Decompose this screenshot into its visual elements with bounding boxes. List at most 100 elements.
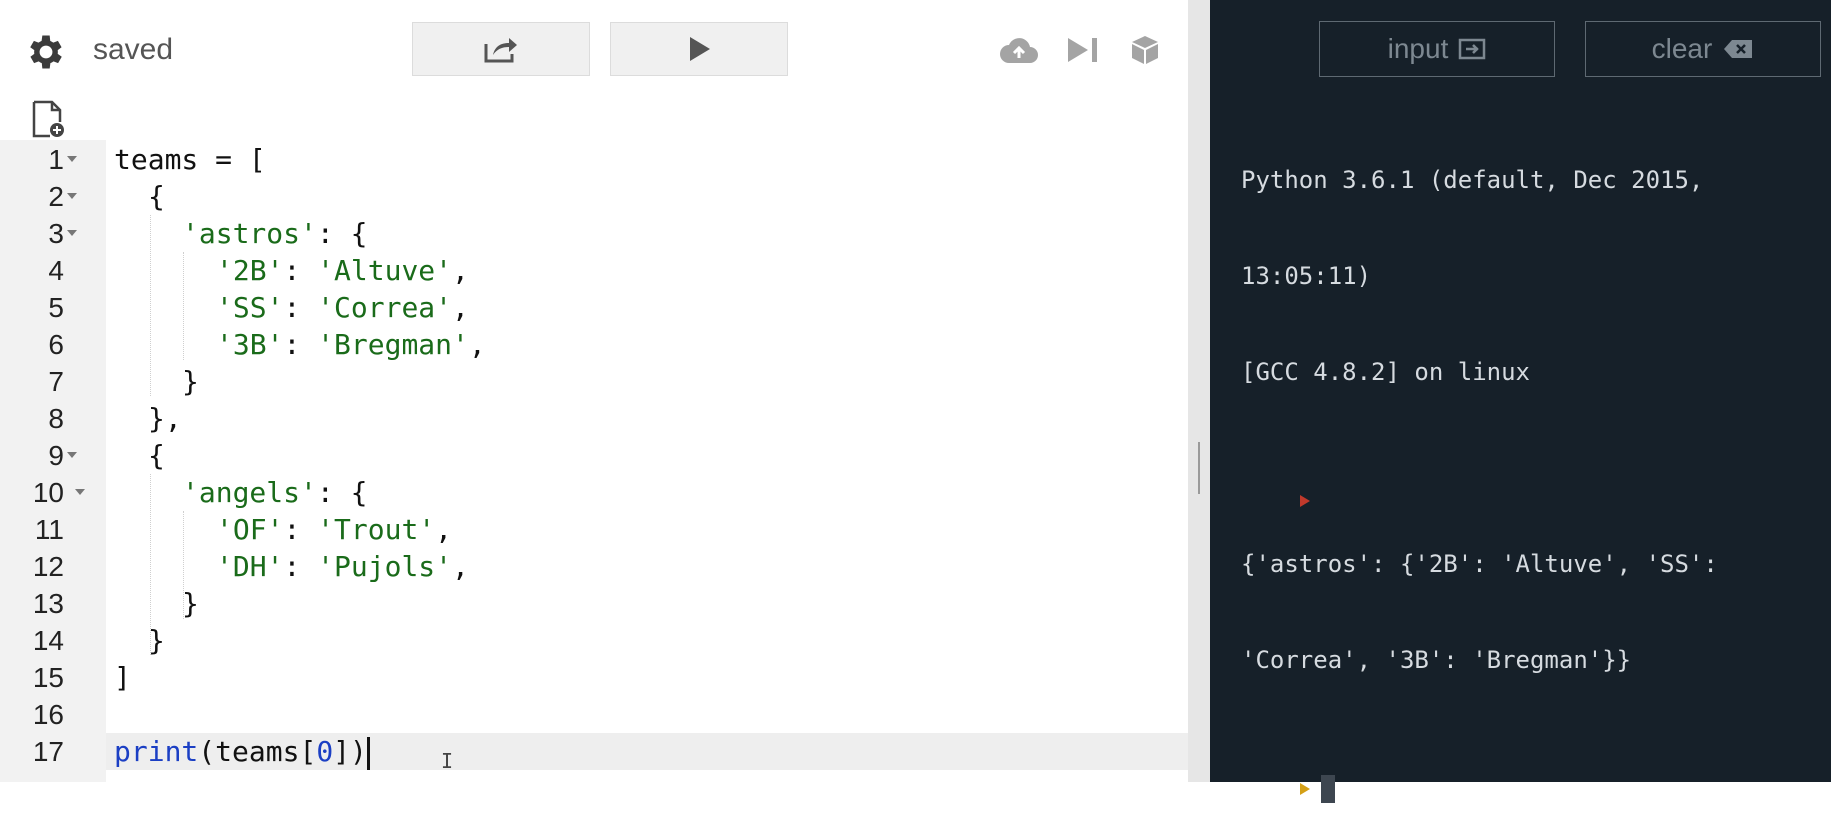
code-punct: : [283,291,318,324]
fold-toggle-icon[interactable] [75,489,85,495]
code-line[interactable]: 7 } [0,363,1188,400]
code-line[interactable]: 9 { [0,437,1188,474]
code-text: 'OF': 'Trout', [216,511,452,548]
play-icon [690,37,710,61]
gear-icon[interactable] [24,30,68,74]
ibeam-cursor-icon: I [441,749,454,773]
new-file-icon[interactable] [32,100,66,138]
string-token: 'astros' [182,217,317,250]
number-token: 0 [316,735,334,768]
code-text: '3B': 'Bregman', [216,326,486,363]
resize-handle[interactable] [1198,442,1200,494]
code-text: } [182,587,199,620]
code-line[interactable]: 17 print(teams[0]) [0,733,1188,770]
code-punct: , [452,254,469,287]
console-header-line: Python 3.6.1 (default, Dec 2015, [1241,166,1704,194]
code-line[interactable]: 15 ] [0,659,1188,696]
code-line[interactable]: 1 teams = [ [0,141,1188,178]
code-text: 'DH': 'Pujols', [216,548,469,585]
line-number: 11 [34,514,64,545]
code-text: }, [148,402,182,435]
line-number: 17 [32,736,64,767]
code-line[interactable]: 8 }, [0,400,1188,437]
code-line[interactable]: 14 } [0,622,1188,659]
console-header-line: [GCC 4.8.2] on linux [1241,358,1530,386]
input-button[interactable]: input [1319,21,1555,77]
code-line[interactable]: 11 'OF': 'Trout', [0,511,1188,548]
fold-toggle-icon[interactable] [67,193,77,199]
cloud-upload-button[interactable] [998,30,1040,70]
package-button[interactable] [1124,30,1166,70]
editor-toolbar: saved [0,0,1188,100]
fold-toggle-icon[interactable] [67,230,77,236]
line-number: 4 [48,255,64,286]
code-text: { [148,439,165,472]
string-token: '2B' [216,254,284,287]
code-line[interactable]: 13 } [0,585,1188,622]
fold-toggle-icon[interactable] [67,452,77,458]
share-button[interactable] [412,22,590,76]
line-number: 5 [48,292,64,323]
code-punct: : [283,254,318,287]
code-text: print(teams[0]) [114,733,370,770]
console-active-prompt[interactable] [1241,740,1821,803]
string-token: 'Trout' [317,513,436,546]
string-token: 'Altuve' [317,254,453,287]
code-text: 'astros': { [182,215,367,252]
input-icon [1459,38,1486,60]
code-text: } [148,624,165,657]
code-punct: , [452,550,469,583]
string-token: 'angels' [182,476,317,509]
line-number: 1 [48,144,64,175]
code-text: teams = [ [114,143,266,176]
code-line[interactable]: 6 '3B': 'Bregman', [0,326,1188,363]
code-punct: , [452,291,469,324]
input-button-label: input [1387,33,1449,64]
code-text: ] [114,661,131,694]
prompt-chevron-icon [1299,783,1310,795]
line-number: 6 [48,329,64,360]
line-number: 9 [48,440,64,471]
fold-toggle-icon[interactable] [67,156,77,162]
code-text: '2B': 'Altuve', [216,252,469,289]
console-output[interactable]: Python 3.6.1 (default, Dec 2015, 13:05:1… [1241,100,1821,804]
string-token: 'Correa' [317,291,453,324]
code-line[interactable]: 4 '2B': 'Altuve', [0,252,1188,289]
code-punct: (teams[ [198,735,317,768]
string-token: 'OF' [216,513,284,546]
console-output-line: 'Correa', '3B': 'Bregman'}} [1241,646,1632,674]
code-punct: : { [316,476,368,509]
code-line[interactable]: 12 'DH': 'Pujols', [0,548,1188,585]
code-line[interactable]: 16 [0,696,1188,733]
backspace-icon [1724,40,1753,58]
code-line[interactable]: 2 { [0,178,1188,215]
prompt-chevron-icon [1299,495,1310,507]
code-line[interactable]: 10 'angels': { [0,474,1188,511]
code-text: 'angels': { [182,474,367,511]
step-forward-icon [1068,38,1097,62]
package-icon [1132,36,1158,64]
code-line[interactable]: 5 'SS': 'Correa', [0,289,1188,326]
string-token: 'DH' [216,550,284,583]
code-line[interactable]: 3 'astros': { [0,215,1188,252]
string-token: 'Bregman' [317,328,469,361]
line-number: 8 [48,403,64,434]
code-punct: : [283,513,318,546]
code-punct: : [283,550,318,583]
clear-button[interactable]: clear [1585,21,1821,77]
step-forward-button[interactable] [1062,30,1104,70]
string-token: 'Pujols' [317,550,453,583]
code-punct: , [435,513,453,546]
editor-pane: saved 1 teams = [2 {3 'astros': {4 '2… [0,0,1188,782]
pane-divider[interactable] [1188,0,1210,782]
code-text: 'SS': 'Correa', [216,289,469,326]
line-number: 7 [48,366,64,397]
line-number: 2 [48,181,64,212]
save-status: saved [93,33,174,66]
line-number: 10 [32,477,64,508]
run-button[interactable] [610,22,788,76]
line-number: 3 [48,218,64,249]
console-prompt-line [1241,452,1821,507]
line-number: 12 [32,551,64,582]
code-punct: : { [316,217,368,250]
